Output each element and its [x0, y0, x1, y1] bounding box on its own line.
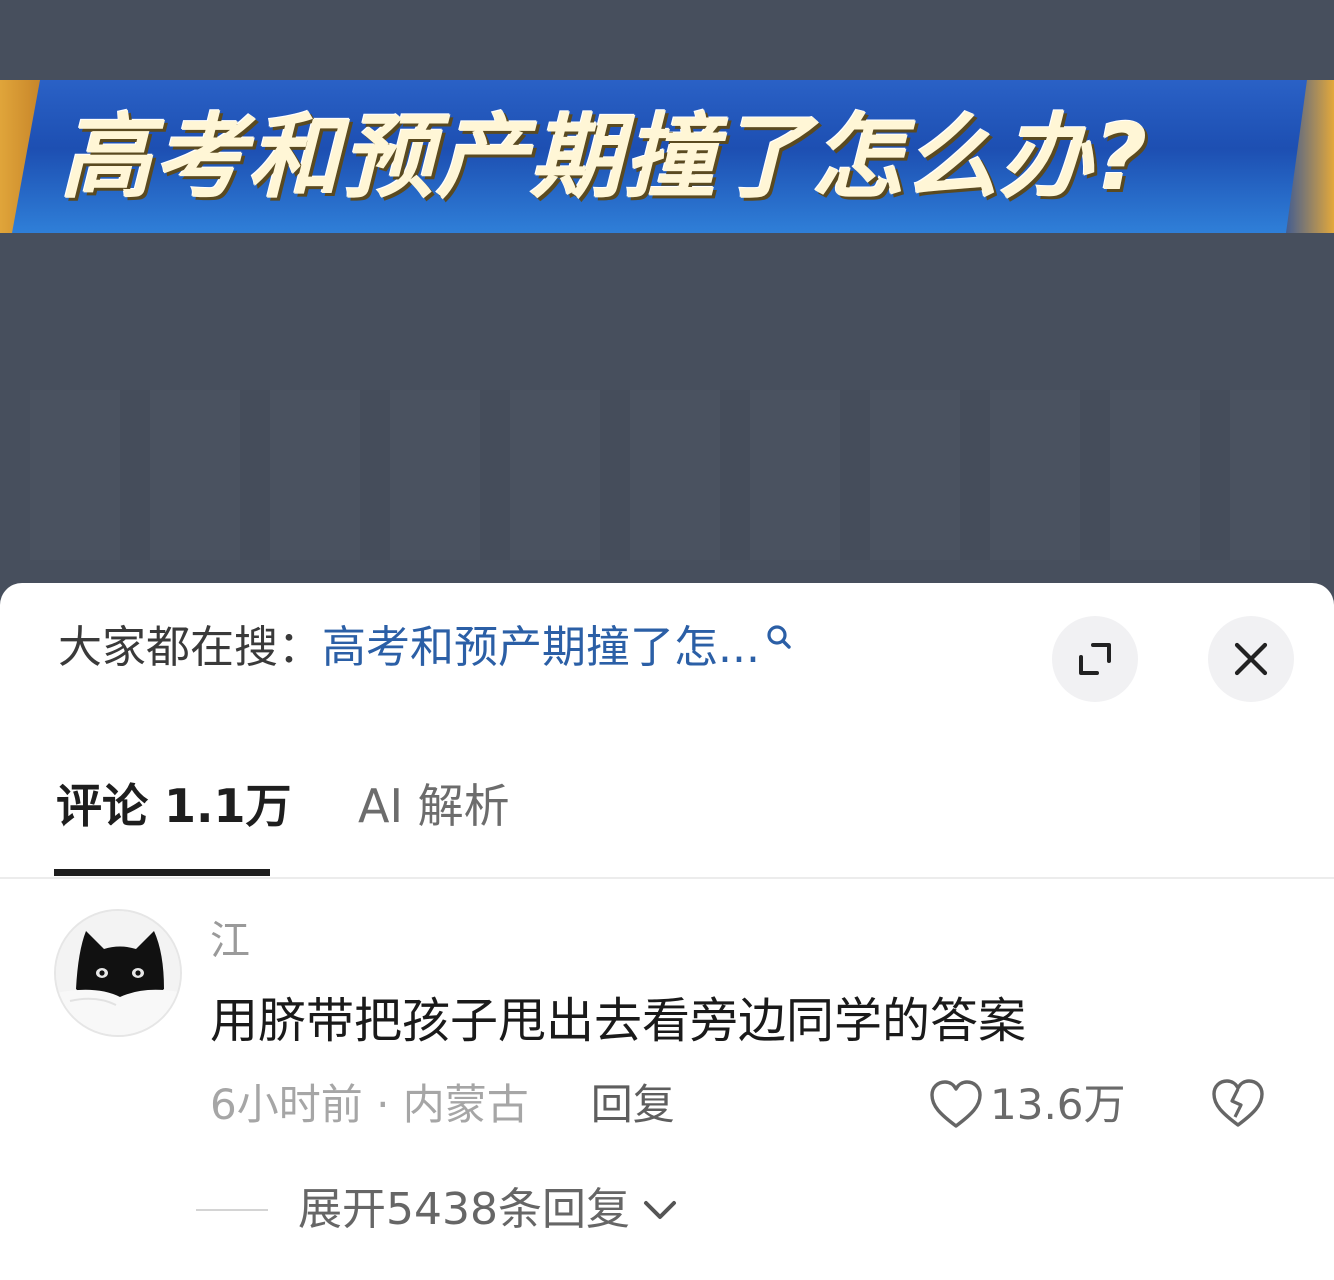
chevron-down-icon	[643, 1201, 676, 1219]
comment-item: 江 用脐带把孩子甩出去看旁边同学的答案 6小时前 · 内蒙古 回复 13.6万 …	[0, 879, 1334, 1279]
video-banner: 高考和预产期撞了怎么办?	[0, 80, 1334, 233]
avatar[interactable]	[54, 909, 182, 1037]
close-button[interactable]	[1208, 616, 1294, 702]
search-prefix-label: 大家都在搜：	[58, 622, 322, 673]
expand-replies-label: 展开5438条回复	[298, 1184, 630, 1235]
expand-icon	[1079, 643, 1111, 675]
like-count: 13.6万	[990, 1080, 1126, 1129]
replies-divider-line	[196, 1209, 268, 1211]
active-tab-indicator	[54, 869, 270, 876]
expand-button[interactable]	[1052, 616, 1138, 702]
comment-time-location: 6小时前 · 内蒙古	[210, 1080, 529, 1129]
comment-username[interactable]: 江	[210, 915, 250, 967]
expand-replies-button[interactable]: 展开5438条回复	[196, 1175, 678, 1245]
comments-sheet: 大家都在搜： 高考和预产期撞了怎... 评论 1.1万 AI 解析 江 用脐带把…	[0, 583, 1334, 1280]
comment-tabs: 评论 1.1万 AI 解析	[0, 753, 1334, 879]
search-icon	[767, 625, 791, 649]
black-cat-avatar	[56, 911, 180, 1035]
reply-button[interactable]: 回复	[591, 1075, 675, 1135]
tab-comments[interactable]: 评论 1.1万	[56, 773, 292, 839]
search-query-link[interactable]: 高考和预产期撞了怎...	[322, 613, 760, 683]
banner-right-accent	[1286, 80, 1334, 233]
tab-ai-analysis[interactable]: AI 解析	[358, 773, 510, 839]
banner-left-accent	[0, 80, 40, 233]
close-icon	[1234, 642, 1268, 676]
like-button[interactable]: 13.6万	[928, 1075, 1126, 1135]
broken-heart-icon[interactable]	[1210, 1077, 1266, 1131]
comment-text: 用脐带把孩子甩出去看旁边同学的答案	[210, 993, 1027, 1049]
banner-title: 高考和预产期撞了怎么办?	[60, 104, 1150, 211]
suggested-search[interactable]: 大家都在搜： 高考和预产期撞了怎...	[58, 613, 794, 683]
heart-icon	[930, 1080, 982, 1128]
comment-meta: 6小时前 · 内蒙古 回复	[210, 1075, 675, 1135]
video-background-blur	[30, 390, 1310, 560]
video-player[interactable]: 高考和预产期撞了怎么办?	[0, 0, 1334, 600]
